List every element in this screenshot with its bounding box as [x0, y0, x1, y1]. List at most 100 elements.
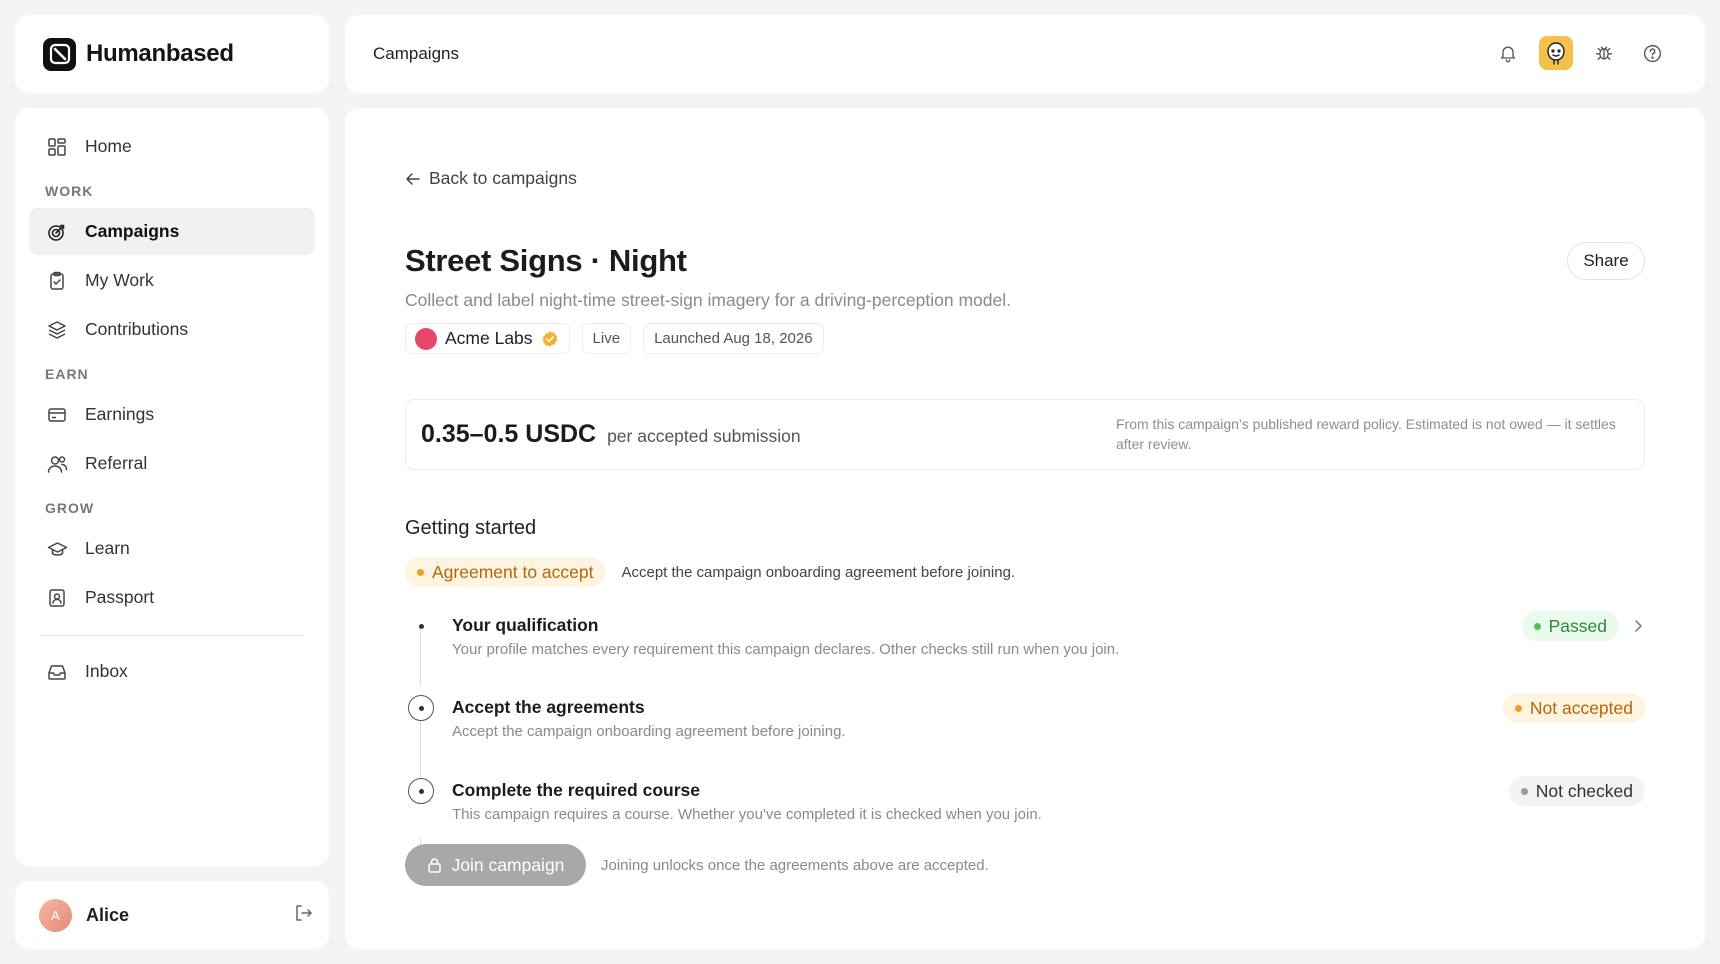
target-icon	[45, 220, 69, 244]
share-button[interactable]: Share	[1567, 242, 1645, 280]
step-title: Your qualification	[452, 615, 599, 635]
reward-note: From this campaign’s published reward po…	[1116, 416, 1616, 452]
agreement-row: Agreement to accept Accept the campaign …	[405, 557, 1015, 587]
status-dot	[417, 568, 424, 576]
users-icon	[45, 452, 69, 476]
logo-icon	[43, 37, 76, 71]
sidebar-item-label: Contributions	[85, 319, 189, 339]
arrow-left-icon	[406, 172, 420, 185]
reward-unit: per accepted submission	[607, 426, 801, 446]
step-agreements[interactable]: Accept the agreements Accept the campaig…	[405, 693, 1645, 755]
sidebar-divider	[39, 635, 305, 636]
step-status: Passed	[1521, 611, 1645, 641]
app-name: Humanbased	[86, 40, 234, 67]
reward-amount-row: 0.35–0.5 USDC per accepted submission	[421, 420, 801, 449]
clipboard-icon	[45, 269, 69, 293]
sidebar-item-my-work[interactable]: My Work	[29, 257, 315, 304]
avatar[interactable]	[1539, 36, 1573, 70]
help-icon[interactable]	[1635, 36, 1669, 70]
campaign-title: Street Signs · Night	[405, 243, 687, 278]
step-course[interactable]: Complete the required course This campai…	[405, 776, 1645, 838]
step-desc: Accept the campaign onboarding agreement…	[452, 723, 846, 740]
status-badge: Not checked	[1508, 776, 1645, 806]
sidebar-item-label: Earnings	[85, 404, 155, 424]
status-badge: Passed	[1521, 611, 1619, 641]
verified-badge-icon	[542, 330, 557, 347]
org-name: Acme Labs	[445, 328, 533, 348]
status-dot	[1520, 787, 1528, 795]
sidebar-item-referral[interactable]: Referral	[29, 440, 315, 487]
user-name: Alice	[86, 904, 130, 925]
status-dot	[1514, 704, 1522, 712]
campaign-detail: Back to campaigns Street Signs · Night S…	[345, 108, 1705, 949]
campaign-subtitle: Collect and label night-time street-sign…	[405, 290, 1011, 310]
step-status: Not accepted	[1502, 693, 1645, 723]
sidebar-section-work: WORK	[45, 183, 94, 199]
sidebar-item-home[interactable]: Home	[29, 123, 315, 170]
user-card: A Alice	[15, 881, 329, 949]
top-bar: Campaigns	[345, 15, 1705, 93]
status-label: Passed	[1548, 615, 1607, 636]
sidebar-item-label: Passport	[85, 587, 155, 607]
sidebar-item-inbox[interactable]: Inbox	[29, 648, 315, 695]
sidebar-item-label: Home	[85, 136, 132, 156]
reward-box: 0.35–0.5 USDC per accepted submission Fr…	[405, 399, 1645, 470]
card-icon	[45, 403, 69, 427]
step-marker	[408, 778, 434, 804]
sidebar-item-earnings[interactable]: Earnings	[29, 391, 315, 438]
join-row: Join campaign Joining unlocks once the a…	[405, 844, 989, 886]
reward-amount: 0.35–0.5 USDC	[421, 420, 597, 448]
logout-icon[interactable]	[293, 903, 313, 928]
sidebar-item-label: Learn	[85, 538, 130, 558]
back-link-label: Back to campaigns	[429, 168, 577, 188]
step-marker	[408, 695, 434, 721]
graduation-cap-icon	[45, 537, 69, 561]
sidebar-item-contributions[interactable]: Contributions	[29, 306, 315, 353]
status-label: Not accepted	[1529, 697, 1633, 718]
step-title: Complete the required course	[452, 780, 700, 800]
step-desc: Your profile matches every requirement t…	[452, 641, 1120, 658]
sidebar-item-learn[interactable]: Learn	[29, 525, 315, 572]
bug-icon[interactable]	[1587, 36, 1621, 70]
sidebar-section-grow: GROW	[45, 500, 95, 516]
inbox-icon	[45, 660, 69, 684]
status-badge: Not accepted	[1502, 693, 1645, 723]
step-qualification[interactable]: Your qualification Your profile matches …	[405, 611, 1645, 673]
id-badge-icon	[45, 586, 69, 610]
step-status: Not checked	[1508, 776, 1645, 806]
sidebar-item-passport[interactable]: Passport	[29, 574, 315, 621]
join-button-label: Join campaign	[451, 854, 565, 875]
join-hint: Joining unlocks once the agreements abov…	[601, 856, 989, 874]
org-chip[interactable]: Acme Labs	[405, 323, 570, 354]
sidebar-section-earn: EARN	[45, 366, 89, 382]
sidebar-item-label: Referral	[85, 453, 148, 473]
back-link[interactable]: Back to campaigns	[405, 168, 577, 189]
step-dot	[418, 623, 424, 629]
step-dot	[418, 705, 424, 711]
agreement-pill-label: Agreement to accept	[432, 561, 594, 582]
sidebar-item-label: My Work	[85, 270, 154, 290]
logo-card: Humanbased	[15, 15, 329, 93]
sidebar-item-label: Inbox	[85, 661, 128, 681]
agreement-desc: Accept the campaign onboarding agreement…	[621, 563, 1016, 581]
bell-icon[interactable]	[1491, 36, 1525, 70]
step-marker	[408, 613, 434, 639]
launch-date: Launched Aug 18, 2026	[643, 323, 824, 354]
status-badge: Live	[581, 323, 632, 354]
step-dot	[418, 788, 424, 794]
home-grid-icon	[45, 135, 69, 159]
lock-icon	[427, 858, 441, 873]
chevron-right-icon[interactable]	[1631, 619, 1645, 633]
sidebar: Home WORK Campaigns My Work Contribution…	[15, 108, 329, 866]
campaign-meta: Acme Labs Live Launched Aug 18, 2026	[405, 323, 824, 354]
step-desc: This campaign requires a course. Whether…	[452, 806, 1042, 823]
status-label: Not checked	[1535, 780, 1633, 801]
getting-started-title: Getting started	[405, 517, 537, 539]
step-title: Accept the agreements	[452, 697, 645, 717]
sidebar-item-campaigns[interactable]: Campaigns	[29, 208, 315, 255]
user-avatar[interactable]: A	[39, 898, 72, 932]
join-campaign-button[interactable]: Join campaign	[405, 844, 586, 886]
status-dot	[1533, 622, 1541, 630]
sidebar-item-label: Campaigns	[85, 221, 180, 241]
layers-icon	[45, 318, 69, 342]
